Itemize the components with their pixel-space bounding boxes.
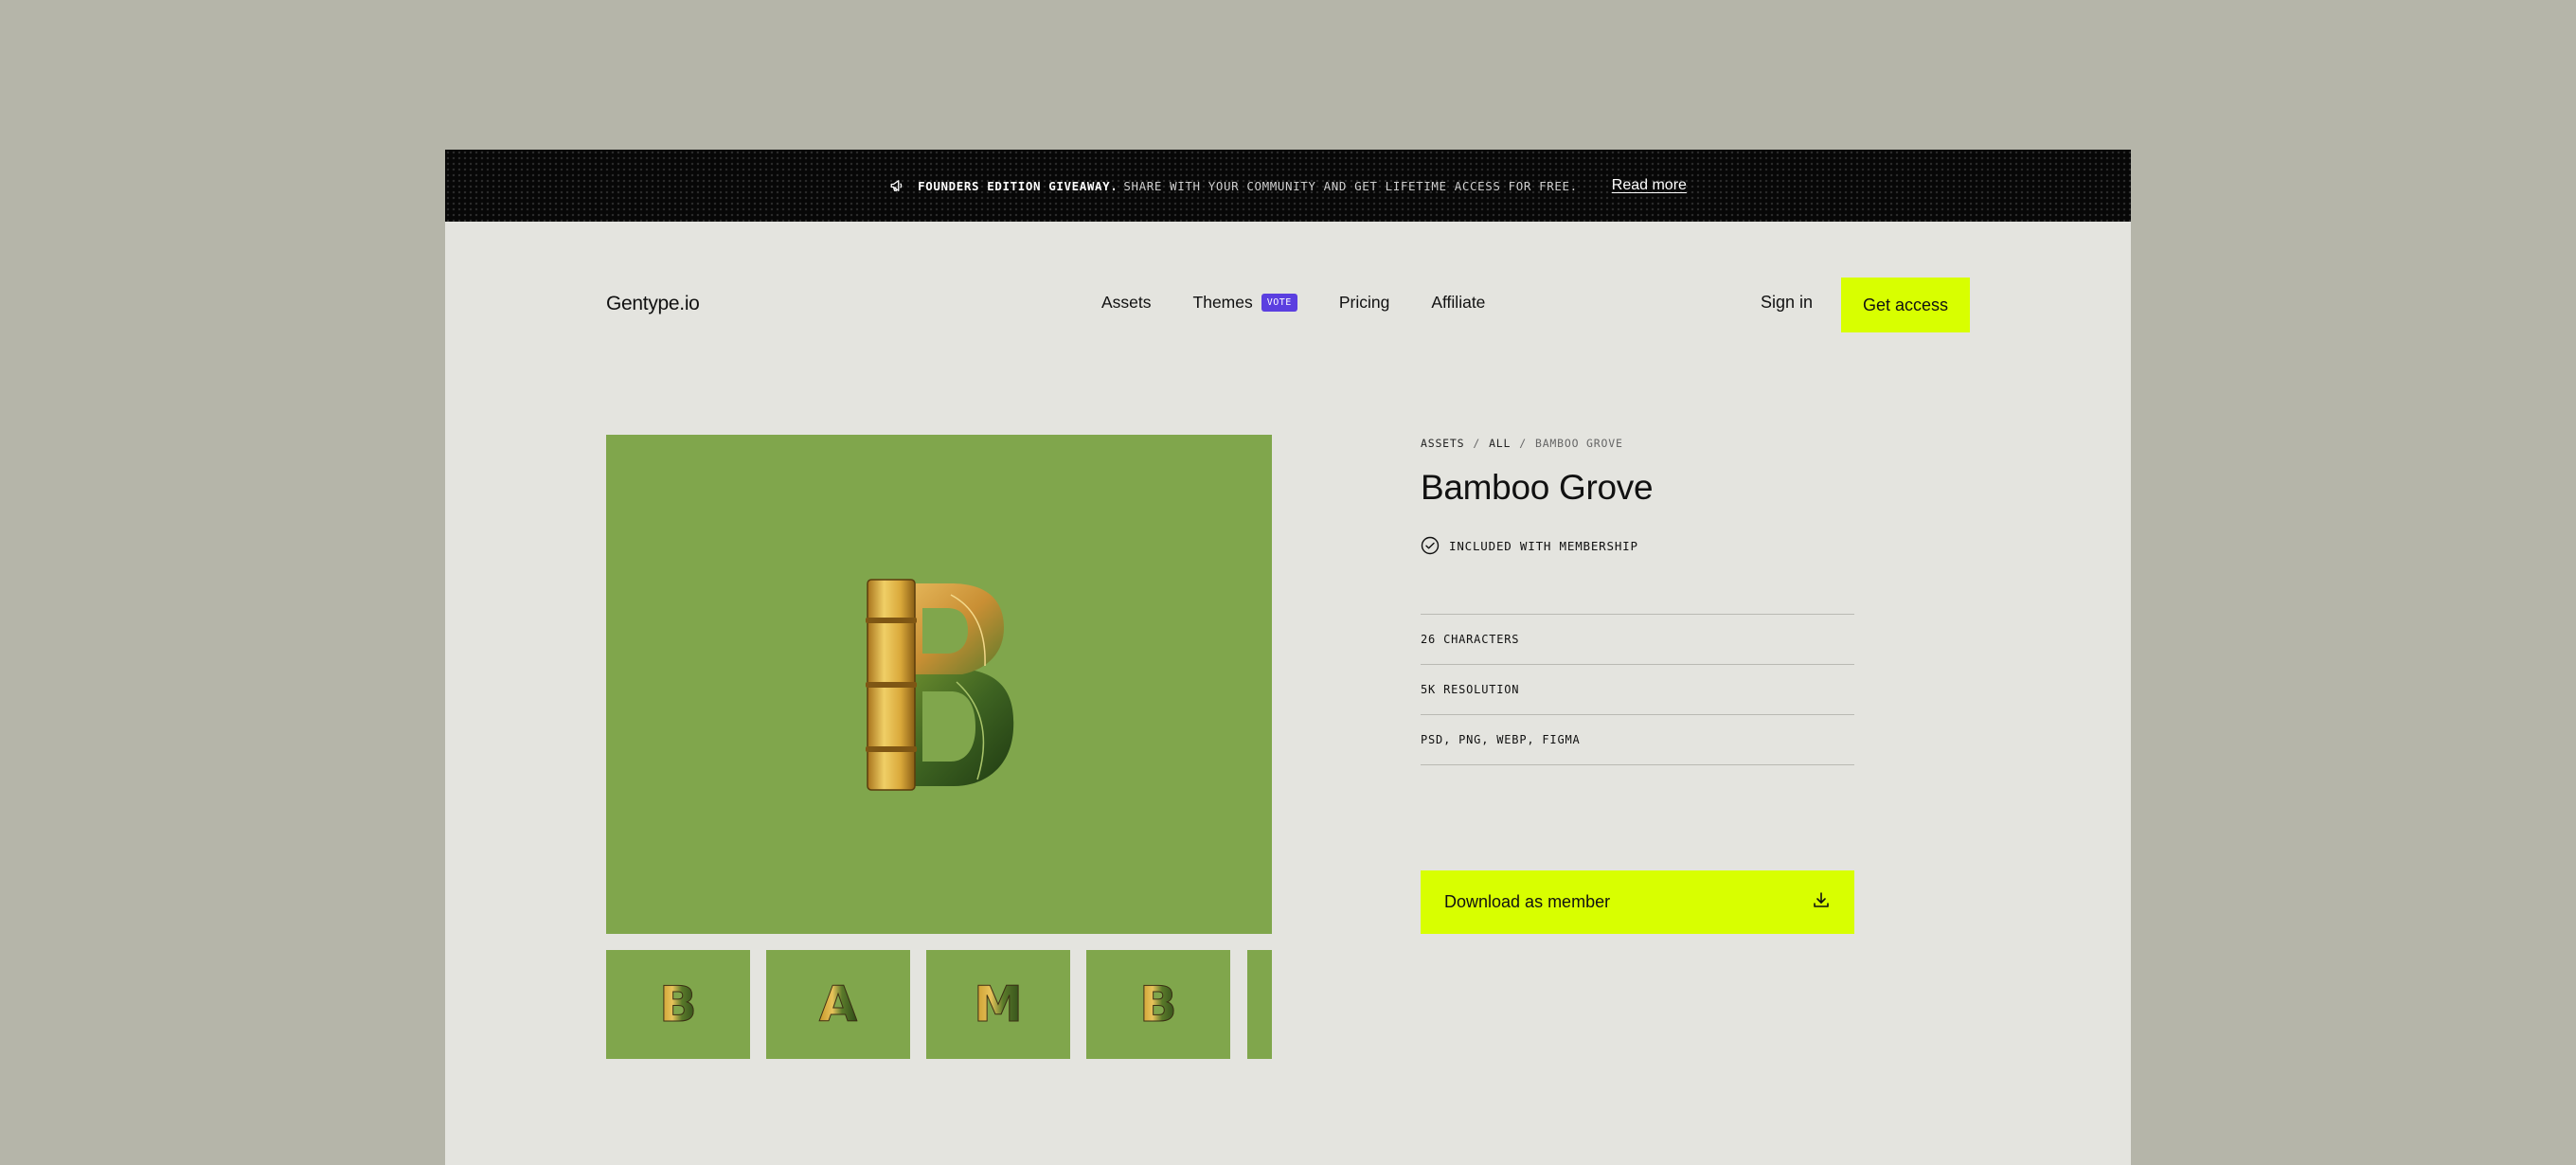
sign-in-link[interactable]: Sign in (1761, 293, 1813, 313)
thumbnail-4[interactable]: B (1086, 950, 1230, 1059)
vote-badge: VOTE (1261, 294, 1297, 312)
thumbnail-letter: B (1139, 976, 1178, 1033)
bamboo-letter-illustration (865, 578, 1013, 791)
announcement-body: SHARE WITH YOUR COMMUNITY AND GET LIFETI… (1123, 178, 1578, 193)
breadcrumb-separator: / (1519, 437, 1527, 450)
thumbnail-5[interactable]: O (1247, 950, 1272, 1059)
breadcrumb-assets[interactable]: ASSETS (1421, 437, 1464, 450)
download-button[interactable]: Download as member (1421, 870, 1854, 934)
hero-image[interactable] (606, 435, 1272, 934)
check-circle-icon (1421, 536, 1440, 555)
feature-characters: 26 CHARACTERS (1421, 614, 1854, 664)
feature-list: 26 CHARACTERS 5K RESOLUTION PSD, PNG, WE… (1421, 614, 1854, 765)
download-label: Download as member (1444, 892, 1611, 911)
thumbnail-2[interactable]: A (766, 950, 910, 1059)
thumbnail-letter: A (818, 976, 858, 1033)
thumbnail-letter: M (974, 976, 1024, 1033)
thumbnail-1[interactable]: B (606, 950, 750, 1059)
thumbnail-strip: B A M B O (606, 950, 1272, 1059)
feature-resolution: 5K RESOLUTION (1421, 664, 1854, 714)
breadcrumb: ASSETS / ALL / BAMBOO GROVE (1421, 437, 1623, 450)
breadcrumb-separator: / (1473, 437, 1481, 450)
nav-item-assets[interactable]: Assets (1101, 293, 1152, 313)
main-nav: Assets Themes VOTE Pricing Affiliate (1101, 293, 1527, 313)
breadcrumb-all[interactable]: ALL (1489, 437, 1511, 450)
megaphone-icon (889, 177, 906, 194)
nav-item-pricing[interactable]: Pricing (1339, 293, 1390, 313)
logo[interactable]: Gentype.io (606, 293, 700, 315)
download-icon (1812, 890, 1831, 914)
read-more-link[interactable]: Read more (1612, 177, 1687, 194)
thumbnail-letter: B (659, 976, 698, 1033)
announcement-bar: FOUNDERS EDITION GIVEAWAY. SHARE WITH YO… (445, 150, 2131, 222)
page-title: Bamboo Grove (1421, 468, 1654, 507)
thumbnail-3[interactable]: M (926, 950, 1070, 1059)
breadcrumb-current: BAMBOO GROVE (1534, 437, 1623, 450)
membership-status: INCLUDED WITH MEMBERSHIP (1421, 536, 1638, 555)
nav-item-affiliate[interactable]: Affiliate (1431, 293, 1485, 313)
get-access-button[interactable]: Get access (1841, 278, 1970, 332)
nav-item-themes-label: Themes (1192, 293, 1253, 312)
feature-formats: PSD, PNG, WEBP, FIGMA (1421, 714, 1854, 765)
page-card: FOUNDERS EDITION GIVEAWAY. SHARE WITH YO… (445, 150, 2131, 1165)
announcement-headline: FOUNDERS EDITION GIVEAWAY. (918, 178, 1118, 193)
nav-item-themes[interactable]: Themes VOTE (1193, 293, 1297, 313)
membership-label: INCLUDED WITH MEMBERSHIP (1449, 538, 1638, 553)
